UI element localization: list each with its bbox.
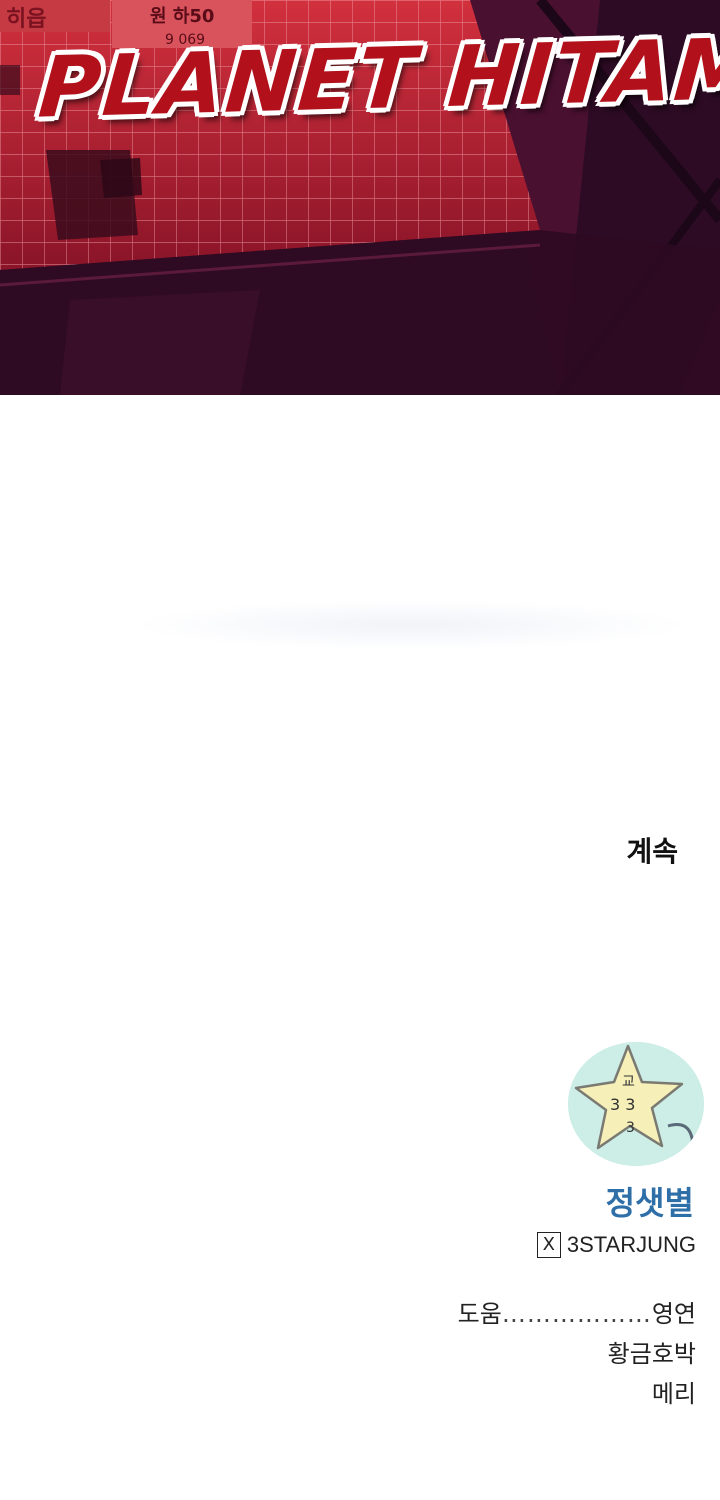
credits-dots: ………………	[501, 1300, 652, 1328]
star-character-icon: 교 3 3 3	[568, 1042, 704, 1166]
credits-row: 도움………………영연	[458, 1294, 696, 1334]
assistant-credits: 도움………………영연 황금호박 메리	[458, 1294, 696, 1414]
sign-text: 히읍	[6, 7, 46, 32]
author-avatar: 교 3 3 3	[568, 1042, 704, 1166]
author-name: 정샛별	[605, 1184, 694, 1222]
sign-text: 원 하50	[150, 6, 214, 27]
avatar-mark: 3	[626, 1120, 635, 1136]
x-social-icon: X	[536, 1232, 561, 1258]
background-smudge	[130, 600, 690, 650]
author-social-handle[interactable]: X 3STARJUNG	[536, 1232, 696, 1258]
credits-label: 도움	[457, 1300, 502, 1328]
credits-name: 황금호박	[607, 1340, 696, 1368]
series-title-logo: PLANET HITAM	[35, 19, 720, 137]
credits-name: 영연	[651, 1300, 696, 1328]
avatar-mark: 교	[622, 1074, 635, 1090]
credits-name: 메리	[651, 1380, 696, 1408]
avatar-mark: 3 3	[610, 1095, 635, 1114]
to-be-continued-label: 계속	[626, 835, 678, 868]
comic-panel-image: 히읍 원 하50 9 069 PLANET HITAM	[0, 0, 720, 395]
author-handle-text: 3STARJUNG	[566, 1232, 696, 1257]
